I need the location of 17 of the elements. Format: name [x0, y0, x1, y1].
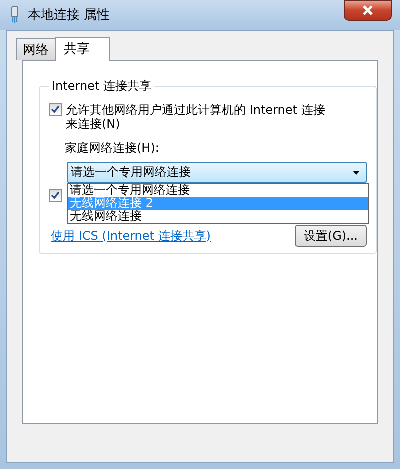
ics-link[interactable]: 使用 ICS (Internet 连接共享)	[51, 228, 211, 244]
tab[interactable]: 共享	[55, 37, 110, 61]
close-icon	[362, 5, 374, 16]
tab[interactable]: 网络	[16, 38, 56, 60]
checkbox[interactable]	[49, 103, 62, 116]
checkbox[interactable]	[49, 189, 62, 202]
network-adapter-icon	[10, 6, 20, 24]
dropdown-option[interactable]: 请选一个专用网络连接	[68, 184, 368, 197]
settings-button[interactable]: 设置(G)...	[294, 225, 367, 247]
close-button[interactable]	[344, 0, 392, 21]
checkbox-label: 允许其他网络用户通过此计算机的 Internet 连接来连接(N)	[66, 103, 326, 131]
dropdown-option[interactable]: 无线网络连接	[68, 210, 368, 223]
caret-icon	[353, 170, 360, 174]
field-label: 家庭网络连接(H):	[65, 140, 160, 157]
group-title: Internet 连接共享	[51, 78, 152, 95]
dropdown[interactable]: 请选一个专用网络连接	[67, 162, 367, 183]
window-title: 本地连接 属性	[28, 7, 112, 24]
